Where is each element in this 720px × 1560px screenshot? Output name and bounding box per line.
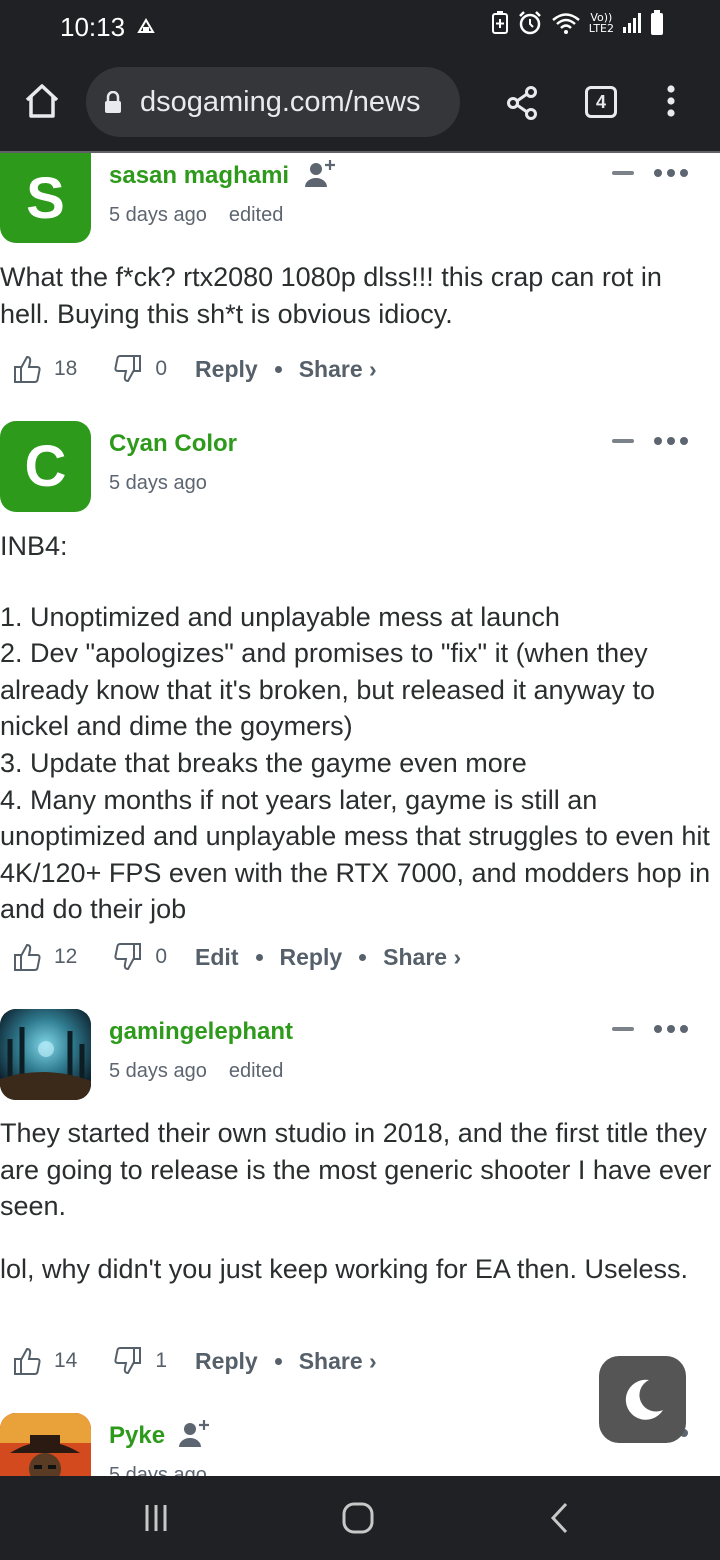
recent-apps-button[interactable] xyxy=(136,1498,176,1538)
avatar[interactable] xyxy=(0,1413,91,1476)
comment: Pyke 5 days ago xyxy=(0,0,720,1476)
night-mode-button[interactable] xyxy=(599,1356,686,1443)
follow-user-icon[interactable] xyxy=(178,1418,210,1448)
recent-apps-icon xyxy=(145,1505,167,1531)
comment-meta: 5 days ago xyxy=(109,1464,207,1476)
cowboy-avatar-image xyxy=(0,1413,91,1476)
back-icon xyxy=(550,1502,568,1534)
home-nav-button[interactable] xyxy=(338,1498,378,1538)
moon-icon xyxy=(625,1379,663,1420)
comment-time[interactable]: 5 days ago xyxy=(109,1464,207,1476)
system-nav-bar xyxy=(0,1476,720,1560)
comment-author[interactable]: Pyke xyxy=(109,1422,165,1450)
home-circle-icon xyxy=(342,1502,374,1534)
back-button[interactable] xyxy=(540,1498,580,1538)
